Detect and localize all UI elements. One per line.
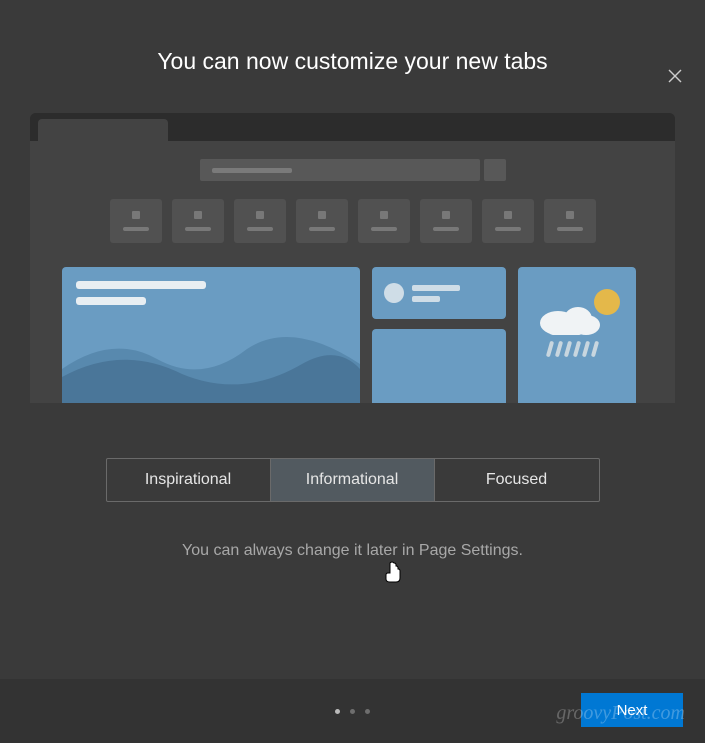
close-button[interactable] — [665, 66, 685, 86]
preview-tab-bar — [30, 113, 675, 141]
avatar-icon — [384, 283, 404, 303]
cloud-icon — [536, 299, 604, 335]
preview-tile — [544, 199, 596, 243]
step-dot — [365, 709, 370, 714]
preview-tile — [296, 199, 348, 243]
preview-search-bar — [200, 159, 480, 181]
layout-options: Inspirational Informational Focused — [0, 458, 705, 502]
preview-blank-card — [372, 329, 506, 403]
preview-window — [30, 141, 675, 403]
preview-tab — [38, 119, 168, 141]
next-button[interactable]: Next — [581, 693, 683, 727]
preview-tile — [358, 199, 410, 243]
preview-tile — [172, 199, 224, 243]
preview-tile — [110, 199, 162, 243]
preview-tile — [482, 199, 534, 243]
preview-weather-card — [518, 267, 636, 403]
preview-news-card — [372, 267, 506, 319]
preview-right-column — [372, 267, 506, 403]
preview-cards-row — [56, 267, 649, 403]
layout-preview — [30, 113, 675, 403]
preview-search-row — [56, 159, 649, 181]
dialog-footer: Next — [0, 679, 705, 743]
mountain-front-icon — [62, 349, 360, 403]
option-focused[interactable]: Focused — [435, 459, 599, 501]
hint-text: You can always change it later in Page S… — [0, 542, 705, 560]
preview-search-placeholder — [212, 168, 292, 173]
close-icon — [668, 69, 682, 83]
rain-icon — [548, 341, 597, 357]
option-informational[interactable]: Informational — [271, 459, 435, 501]
preview-hero-card — [62, 267, 360, 403]
option-inspirational[interactable]: Inspirational — [107, 459, 271, 501]
dialog-title: You can now customize your new tabs — [0, 48, 705, 75]
preview-search-button — [484, 159, 506, 181]
step-dot — [350, 709, 355, 714]
step-dot — [335, 709, 340, 714]
cursor-icon — [384, 561, 402, 583]
preview-tile — [420, 199, 472, 243]
step-indicator — [335, 709, 370, 714]
preview-tile — [234, 199, 286, 243]
preview-tiles-row — [56, 199, 649, 243]
